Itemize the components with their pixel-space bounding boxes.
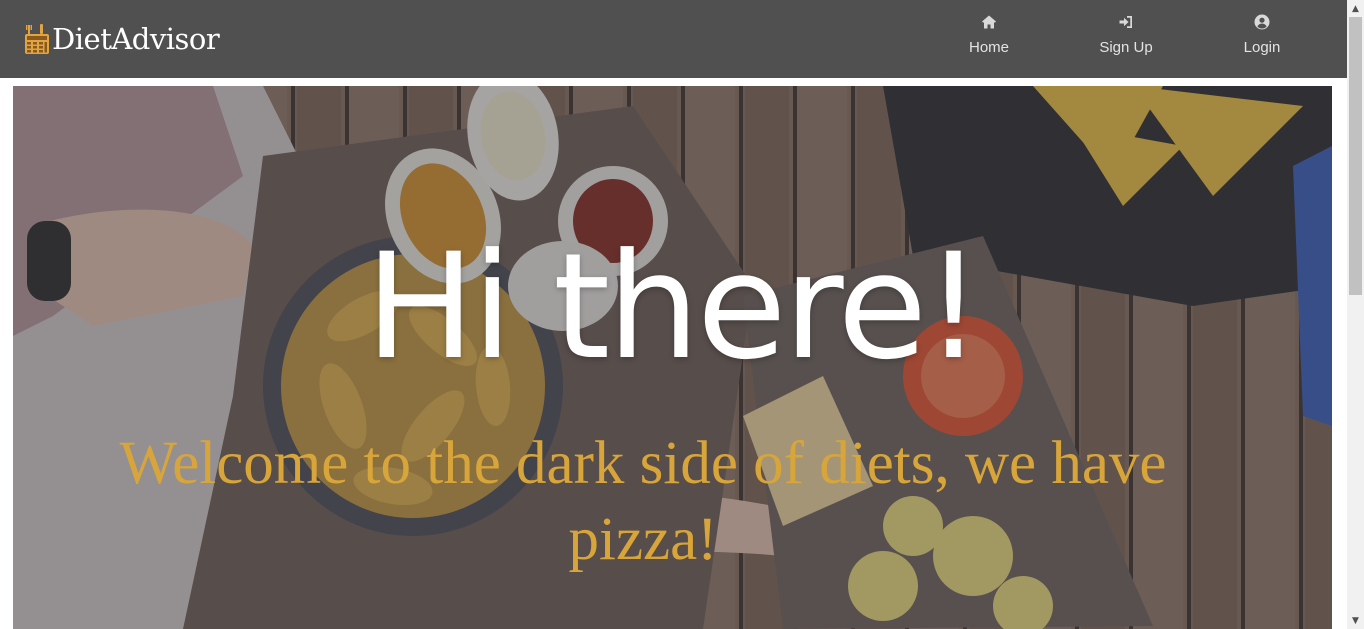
nav-login[interactable]: Login <box>1232 14 1292 64</box>
user-circle-icon <box>1254 14 1270 30</box>
nav-home[interactable]: Home <box>959 14 1019 64</box>
hero-subtitle: Welcome to the dark side of diets, we ha… <box>119 430 1167 573</box>
brand-name: DietAdvisor <box>52 21 220 56</box>
scroll-down-arrow-icon[interactable]: ▼ <box>1347 612 1364 629</box>
scroll-up-arrow-icon[interactable]: ▲ <box>1347 0 1364 17</box>
hero-title: Hi there! <box>365 222 983 392</box>
vertical-scrollbar[interactable]: ▲ ▼ <box>1347 0 1364 629</box>
nav-login-label: Login <box>1243 39 1281 56</box>
nav-home-label: Home <box>968 39 1009 56</box>
nav-sign-up-label: Sign Up <box>1099 39 1153 56</box>
home-icon <box>982 15 996 29</box>
top-navbar: DietAdvisor Home Sign Up Login <box>0 0 1347 78</box>
sign-in-icon <box>1119 16 1132 28</box>
hero-banner: Hi there! Welcome to the dark side of di… <box>13 86 1332 629</box>
scrollbar-thumb[interactable] <box>1349 17 1362 295</box>
calculator-fork-logo-icon <box>25 24 49 54</box>
brand[interactable]: DietAdvisor <box>24 20 220 58</box>
nav-sign-up[interactable]: Sign Up <box>1091 14 1161 64</box>
